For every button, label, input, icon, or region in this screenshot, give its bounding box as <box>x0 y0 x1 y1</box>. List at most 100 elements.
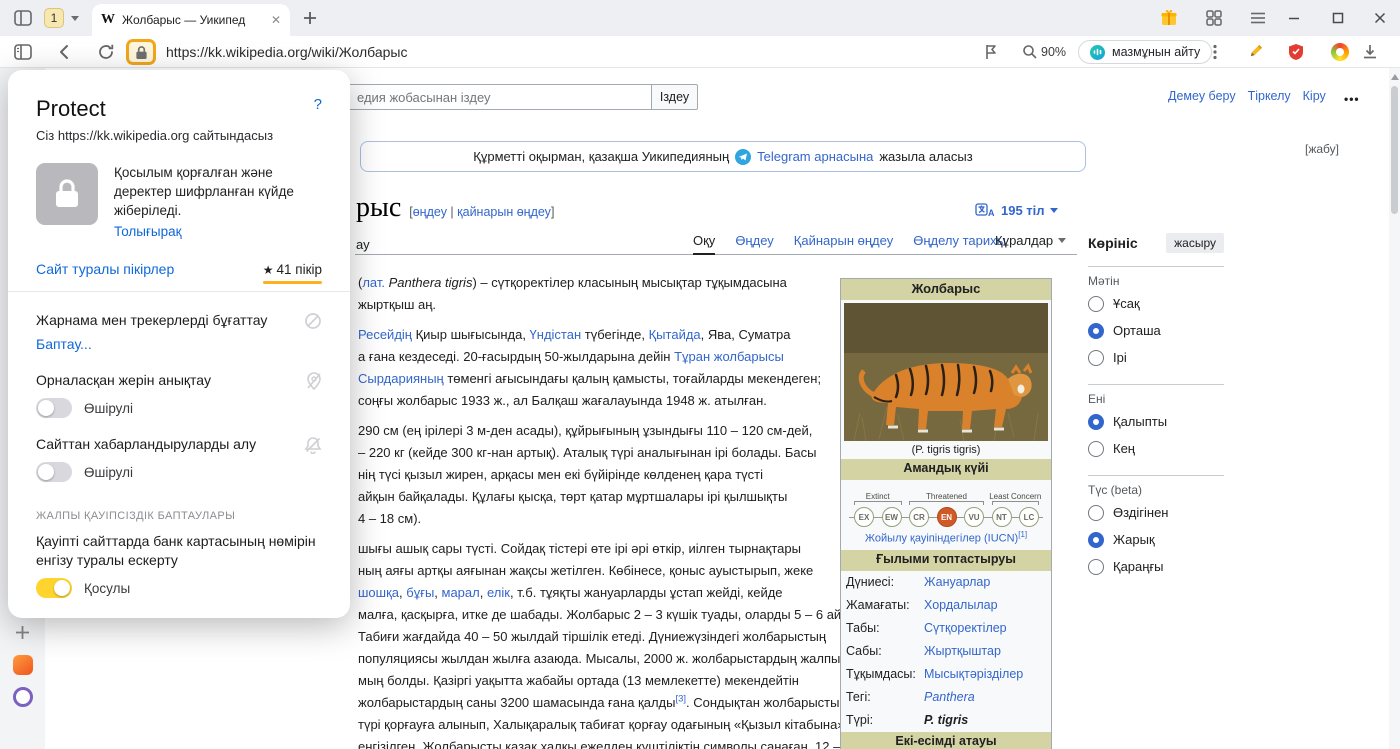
appearance-option[interactable]: Жарық <box>1088 526 1224 553</box>
appearance-option[interactable]: Ұсақ <box>1088 290 1224 317</box>
shield-icon[interactable] <box>1288 43 1304 61</box>
panels-icon[interactable] <box>14 10 32 26</box>
collections-icon[interactable] <box>1206 10 1222 26</box>
reload-icon[interactable] <box>97 43 115 61</box>
scrollbar-up-arrow[interactable] <box>1391 74 1399 80</box>
appearance-option[interactable]: Орташа <box>1088 317 1224 344</box>
banner-close-link[interactable]: [жабу] <box>1305 142 1339 156</box>
article-link[interactable]: лат. <box>362 275 385 290</box>
strip-profile-icon[interactable] <box>13 687 33 707</box>
reference-link[interactable]: [3] <box>675 694 686 705</box>
appearance-hide-button[interactable]: жасыру <box>1166 233 1224 253</box>
telegram-link[interactable]: Telegram арнасына <box>757 149 873 164</box>
appearance-option[interactable]: Кең <box>1088 435 1224 462</box>
zoom-level: 90% <box>1041 44 1067 59</box>
new-tab-button[interactable] <box>302 10 318 26</box>
article-link[interactable]: Үндістан <box>530 327 582 342</box>
radio-icon[interactable] <box>1088 440 1104 457</box>
minimize-icon[interactable] <box>1286 10 1302 26</box>
browser-logo-icon[interactable] <box>1331 43 1349 61</box>
active-tab[interactable]: W Жолбарыс — Уикипед ✕ <box>92 4 290 36</box>
reviews-count[interactable]: ★ 41 пікір <box>262 262 323 284</box>
header-more-menu[interactable]: ••• <box>1344 92 1360 106</box>
protect-help-link[interactable]: ? <box>314 96 322 113</box>
radio-selected-icon[interactable] <box>1088 322 1104 339</box>
radio-icon[interactable] <box>1088 295 1104 312</box>
taxonomy-value[interactable]: Сүтқоректілер <box>924 620 1046 637</box>
more-icon[interactable] <box>1212 44 1218 60</box>
strip-service-icon[interactable] <box>13 655 33 675</box>
tab-list-chevron-icon[interactable] <box>71 16 79 21</box>
address-bar-url[interactable]: https://kk.wikipedia.org/wiki/Жолбарыс <box>166 44 407 60</box>
taxonomy-value[interactable]: Panthera <box>924 689 1046 706</box>
site-lock-button[interactable] <box>126 39 156 65</box>
title-edit-links: [өңдеу | қайнарын өңдеу] <box>409 205 554 219</box>
header-link[interactable]: Кіру <box>1303 89 1326 103</box>
zoom-control[interactable]: 90% <box>1022 44 1066 59</box>
taxonomy-value[interactable]: Хордалылар <box>924 597 1046 614</box>
page-tab[interactable]: Қайнарын өңдеу <box>794 233 893 253</box>
edit-source-link[interactable]: қайнарын өңдеу <box>457 205 551 219</box>
language-selector[interactable]: A 195 тіл <box>975 203 1058 218</box>
appearance-option[interactable]: Ірі <box>1088 344 1224 371</box>
edit-link[interactable]: өңдеу <box>413 205 447 219</box>
details-link[interactable]: Толығырақ <box>114 224 299 239</box>
gift-icon[interactable] <box>1160 9 1178 27</box>
wiki-header-links: Демеу беру Тіркелу Кіру <box>1168 89 1326 103</box>
tab-close-icon[interactable]: ✕ <box>271 13 281 27</box>
search-input[interactable]: едия жобасынан іздеу <box>300 84 652 110</box>
page-tab[interactable]: Оқу <box>693 233 716 255</box>
download-icon[interactable] <box>1362 44 1378 60</box>
taxonomy-row: Дүниесі: Жануарлар <box>841 571 1051 594</box>
divider <box>8 291 350 292</box>
status-header: Амандық күйі <box>841 459 1051 480</box>
header-link[interactable]: Демеу беру <box>1168 89 1236 103</box>
notifications-toggle[interactable] <box>36 462 72 482</box>
article-link[interactable]: Ресейдің <box>358 327 412 342</box>
article-link[interactable]: шошқа <box>358 585 399 600</box>
appearance-option-label: Жарық <box>1113 532 1155 547</box>
article-line: популяциясы жылдан жылға азаюда. Мысалы,… <box>358 651 885 666</box>
back-icon[interactable] <box>56 43 74 61</box>
article-link[interactable]: Сырдарияның <box>358 371 444 386</box>
appearance-option[interactable]: Өздігінен <box>1088 499 1224 526</box>
telegram-icon <box>735 148 752 165</box>
reference-link[interactable]: [1] <box>1018 530 1027 539</box>
site-reviews-link[interactable]: Сайт туралы пікірлер <box>36 261 174 277</box>
radio-selected-icon[interactable] <box>1088 413 1104 430</box>
strip-add-button[interactable] <box>14 624 31 641</box>
radio-icon[interactable] <box>1088 558 1104 575</box>
appearance-option[interactable]: Қалыпты <box>1088 408 1224 435</box>
bank-warning-toggle[interactable] <box>36 578 72 598</box>
header-link[interactable]: Тіркелу <box>1248 89 1291 103</box>
taxonomy-value[interactable]: Жыртқыштар <box>924 643 1046 660</box>
article-link[interactable]: елік <box>487 585 510 600</box>
radio-selected-icon[interactable] <box>1088 531 1104 548</box>
appearance-option[interactable]: Қараңғы <box>1088 553 1224 580</box>
search-button[interactable]: Іздеу <box>652 84 698 110</box>
maximize-icon[interactable] <box>1330 10 1346 26</box>
radio-icon[interactable] <box>1088 349 1104 366</box>
menu-icon[interactable] <box>1250 10 1266 26</box>
scrollbar-thumb[interactable] <box>1391 86 1398 214</box>
edit-icon[interactable] <box>1246 43 1264 61</box>
page-tab[interactable]: Өңдеу <box>735 233 773 253</box>
read-aloud-button[interactable]: мазмұнын айту <box>1078 40 1213 64</box>
taxonomy-value[interactable]: Жануарлар <box>924 574 1046 591</box>
tab-counter-badge[interactable]: 1 <box>44 8 64 28</box>
taxonomy-value[interactable]: Мысықтәрізділер <box>924 666 1046 683</box>
tools-menu[interactable]: Құралдар <box>985 233 1067 255</box>
radio-icon[interactable] <box>1088 504 1104 521</box>
iucn-status-link[interactable]: Жойылу қауіпіндегілер <box>865 533 981 545</box>
adblock-setup-link[interactable]: Баптау... <box>36 336 322 352</box>
bookmark-icon[interactable] <box>984 44 998 60</box>
article-link[interactable]: бұғы <box>406 585 434 600</box>
sidebar-toggle-icon[interactable] <box>14 44 32 60</box>
tiger-photo[interactable] <box>844 303 1048 442</box>
appearance-option-label: Кең <box>1113 441 1135 456</box>
article-link[interactable]: марал <box>442 585 480 600</box>
article-link[interactable]: Қытайда <box>649 327 701 342</box>
geolocation-toggle[interactable] <box>36 398 72 418</box>
article-link[interactable]: Тұран жолбарысы <box>674 349 784 364</box>
close-icon[interactable] <box>1372 10 1388 26</box>
